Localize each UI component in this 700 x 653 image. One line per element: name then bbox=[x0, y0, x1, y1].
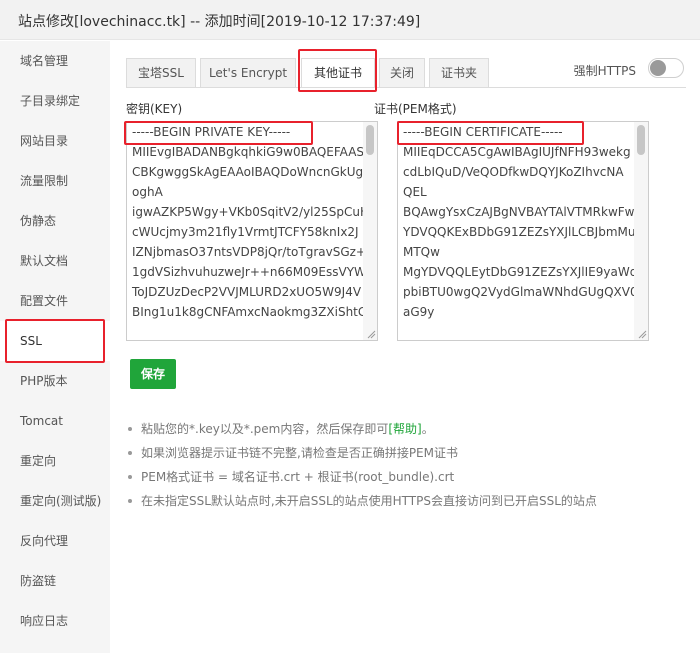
help-notes: 粘贴您的*.key以及*.pem内容，然后保存即可[帮助]。 如果浏览器提示证书… bbox=[126, 417, 597, 513]
sidebar-item-reverse-proxy[interactable]: 反向代理 bbox=[0, 521, 110, 561]
cert-line: YDVQQKExBDbG91ZEZsYXJlLCBJbmMu bbox=[403, 225, 636, 239]
sidebar-item-redirect[interactable]: 重定向 bbox=[0, 441, 110, 481]
cert-resize-grip-icon[interactable] bbox=[637, 329, 647, 339]
window-titlebar: 站点修改[lovechinacc.tk] -- 添加时间[2019-10-12 … bbox=[0, 0, 700, 40]
key-line: IZNjbmasO37ntsVDP8jQr/toTgravSGz+ bbox=[132, 245, 366, 259]
sidebar-item-php-version[interactable]: PHP版本 bbox=[0, 361, 110, 401]
cert-scrollbar-thumb[interactable] bbox=[637, 125, 645, 155]
sidebar-item-ssl[interactable]: SSL bbox=[0, 321, 110, 361]
tab-close[interactable]: 关闭 bbox=[379, 58, 425, 88]
cert-line: pbiBTU0wgQ2VydGlmaWNhdGUgQXV0 bbox=[403, 285, 638, 299]
key-field-label: 密钥(KEY) bbox=[126, 102, 183, 116]
cert-line: aG9y bbox=[403, 305, 435, 319]
cert-textarea[interactable]: -----BEGIN CERTIFICATE----- MIIEqDCCA5Cg… bbox=[397, 121, 649, 341]
key-line: -----BEGIN PRIVATE KEY----- bbox=[132, 125, 291, 139]
tab-divider bbox=[126, 87, 686, 88]
note3-text: PEM格式证书 = 域名证书.crt + 根证书(root_bundle).cr… bbox=[141, 470, 455, 484]
key-line: MIIEvgIBADANBgkqhkiG9w0BAQEFAAS bbox=[132, 145, 365, 159]
cert-scrollbar[interactable] bbox=[634, 122, 648, 340]
cert-field-label: 证书(PEM格式) bbox=[374, 102, 457, 116]
note-default-site: 在未指定SSL默认站点时,未开启SSL的站点使用HTTPS会直接访问到已开启SS… bbox=[126, 489, 597, 513]
sidebar-item-tomcat[interactable]: Tomcat bbox=[0, 401, 110, 441]
help-link[interactable]: [帮助] bbox=[388, 422, 421, 436]
sidebar-item-traffic-limit[interactable]: 流量限制 bbox=[0, 161, 110, 201]
cert-line: MTQw bbox=[403, 245, 440, 259]
main-panel: 宝塔SSL Let's Encrypt 其他证书 关闭 证书夹 强制HTTPS … bbox=[110, 41, 700, 653]
cert-line: -----BEGIN CERTIFICATE----- bbox=[403, 125, 563, 139]
cert-textarea-content: -----BEGIN CERTIFICATE----- MIIEqDCCA5Cg… bbox=[403, 122, 638, 322]
cert-line: cdLbIQuD/VeQODfkwDQYJKoZIhvcNA bbox=[403, 165, 624, 179]
key-line: BIng1u1k8gCNFAmxcNaokmg3ZXiShtG bbox=[132, 305, 368, 319]
key-line: igwAZKP5Wgy+VKb0SqitV2/yl25SpCuH bbox=[132, 205, 370, 219]
tab-baota-ssl[interactable]: 宝塔SSL bbox=[126, 58, 196, 88]
sidebar-item-hotlink[interactable]: 防盗链 bbox=[0, 561, 110, 601]
cert-line: MgYDVQQLEytDbG91ZEZsYXJlIE9yaWd bbox=[403, 265, 638, 279]
sidebar-item-subdir[interactable]: 子目录绑定 bbox=[0, 81, 110, 121]
key-scrollbar-thumb[interactable] bbox=[366, 125, 374, 155]
toggle-knob bbox=[650, 60, 666, 76]
key-line: cWUcjmy3m21fly1VrmtJTCFY58knIx2J bbox=[132, 225, 359, 239]
sidebar-item-default-doc[interactable]: 默认文档 bbox=[0, 241, 110, 281]
bullet-icon bbox=[128, 499, 132, 503]
note-paste-content: 粘贴您的*.key以及*.pem内容，然后保存即可[帮助]。 bbox=[126, 417, 597, 441]
bullet-icon bbox=[128, 427, 132, 431]
tab-lets-encrypt[interactable]: Let's Encrypt bbox=[200, 58, 296, 88]
note1-text: 粘贴您的*.key以及*.pem内容，然后保存即可 bbox=[141, 422, 389, 436]
sidebar-item-domain[interactable]: 域名管理 bbox=[0, 41, 110, 81]
bullet-icon bbox=[128, 475, 132, 479]
note-pem-format: PEM格式证书 = 域名证书.crt + 根证书(root_bundle).cr… bbox=[126, 465, 597, 489]
window-title: 站点修改[lovechinacc.tk] -- 添加时间[2019-10-12 … bbox=[18, 14, 421, 30]
cert-line: BQAwgYsxCzAJBgNVBAYTAlVTMRkwFw bbox=[403, 205, 635, 219]
sidebar-item-site-dir[interactable]: 网站目录 bbox=[0, 121, 110, 161]
sidebar-item-config-file[interactable]: 配置文件 bbox=[0, 281, 110, 321]
key-textarea-content: -----BEGIN PRIVATE KEY----- MIIEvgIBADAN… bbox=[132, 122, 369, 322]
bullet-icon bbox=[128, 451, 132, 455]
sidebar-item-redirect-beta[interactable]: 重定向(测试版) bbox=[0, 481, 110, 521]
tab-other-cert[interactable]: 其他证书 bbox=[301, 58, 375, 88]
note4-text: 在未指定SSL默认站点时,未开启SSL的站点使用HTTPS会直接访问到已开启SS… bbox=[141, 494, 597, 508]
note1-end: 。 bbox=[421, 422, 434, 436]
note2-text: 如果浏览器提示证书链不完整,请检查是否正确拼接PEM证书 bbox=[141, 446, 458, 460]
cert-line: MIIEqDCCA5CgAwIBAgIUJfNFH93wekg bbox=[403, 145, 631, 159]
tab-cert-folder[interactable]: 证书夹 bbox=[429, 58, 489, 88]
key-line: 1gdVSizhvuhuzweJr++n66M09EssVYW bbox=[132, 265, 366, 279]
force-https-toggle[interactable] bbox=[648, 58, 684, 78]
sidebar-item-response-log[interactable]: 响应日志 bbox=[0, 601, 110, 641]
key-line: oghA bbox=[132, 185, 163, 199]
key-line: ToJDZUzDecP2VVJMLURD2xUO5W9J4V bbox=[132, 285, 362, 299]
sidebar: 域名管理 子目录绑定 网站目录 流量限制 伪静态 默认文档 配置文件 SSL P… bbox=[0, 41, 110, 653]
key-resize-grip-icon[interactable] bbox=[366, 329, 376, 339]
key-line: CBKgwggSkAgEAAoIBAQDoWncnGkUg bbox=[132, 165, 364, 179]
save-button[interactable]: 保存 bbox=[130, 359, 176, 389]
cert-line: QEL bbox=[403, 185, 427, 199]
force-https-label: 强制HTTPS bbox=[573, 64, 636, 78]
key-scrollbar[interactable] bbox=[363, 122, 377, 340]
note-cert-chain: 如果浏览器提示证书链不完整,请检查是否正确拼接PEM证书 bbox=[126, 441, 597, 465]
sidebar-item-rewrite[interactable]: 伪静态 bbox=[0, 201, 110, 241]
key-textarea[interactable]: -----BEGIN PRIVATE KEY----- MIIEvgIBADAN… bbox=[126, 121, 378, 341]
